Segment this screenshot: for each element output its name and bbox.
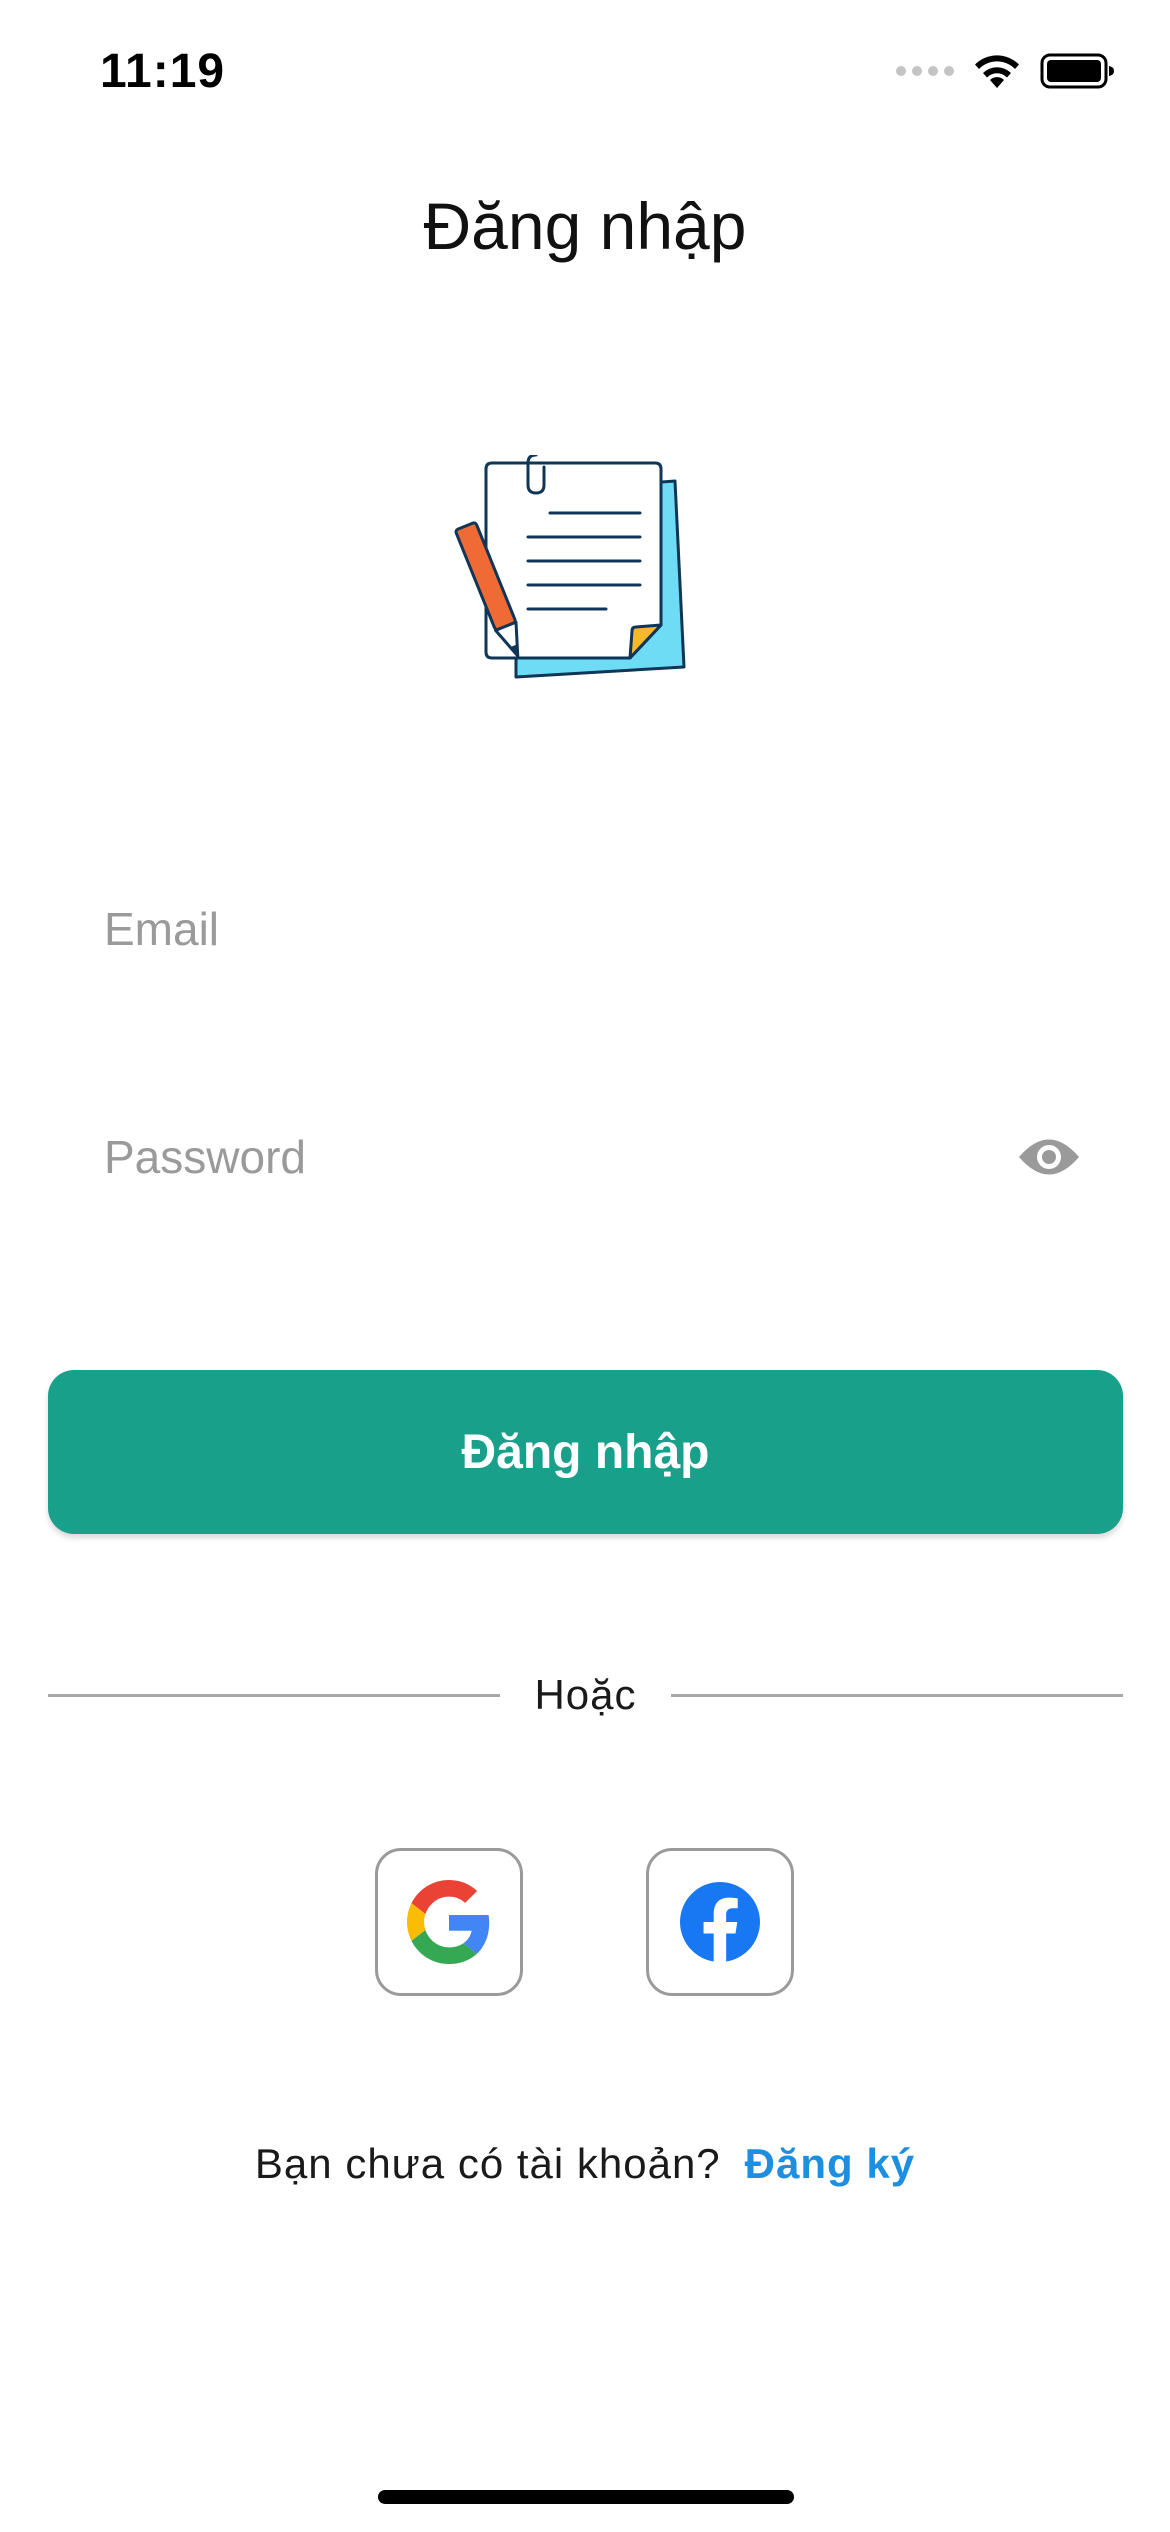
notes-with-pencil-icon [450, 453, 700, 695]
battery-icon [1040, 53, 1114, 89]
email-field-container [104, 884, 1084, 974]
signup-prompt: Bạn chưa có tài khoản? [254, 2140, 721, 2187]
password-field-container [104, 1112, 1084, 1202]
signup-row: Bạn chưa có tài khoản? Đăng ký [0, 2140, 1170, 2188]
or-label: Hoặc [534, 1671, 637, 1718]
wifi-icon [975, 55, 1019, 88]
eye-icon [1019, 1139, 1079, 1175]
google-login-button[interactable] [375, 1848, 523, 1996]
home-indicator[interactable] [378, 2490, 794, 2504]
status-icons [896, 52, 1116, 90]
status-time: 11:19 [100, 45, 226, 98]
facebook-icon [680, 1882, 760, 1962]
signal-dots-icon [896, 66, 954, 76]
password-field[interactable] [104, 1112, 984, 1202]
status-bar: 11:19 [0, 0, 1170, 150]
signup-link[interactable]: Đăng ký [745, 2140, 915, 2187]
divider-line-right [670, 1693, 1123, 1697]
google-icon [407, 1880, 490, 1964]
email-field[interactable] [104, 884, 984, 974]
login-button[interactable]: Đăng nhập [48, 1370, 1123, 1534]
divider-line-left [48, 1693, 501, 1697]
or-divider: Hoặc [48, 1660, 1123, 1730]
page-title: Đăng nhập [423, 189, 747, 263]
facebook-login-button[interactable] [646, 1848, 794, 1996]
password-visibility-toggle[interactable] [1014, 1122, 1084, 1192]
